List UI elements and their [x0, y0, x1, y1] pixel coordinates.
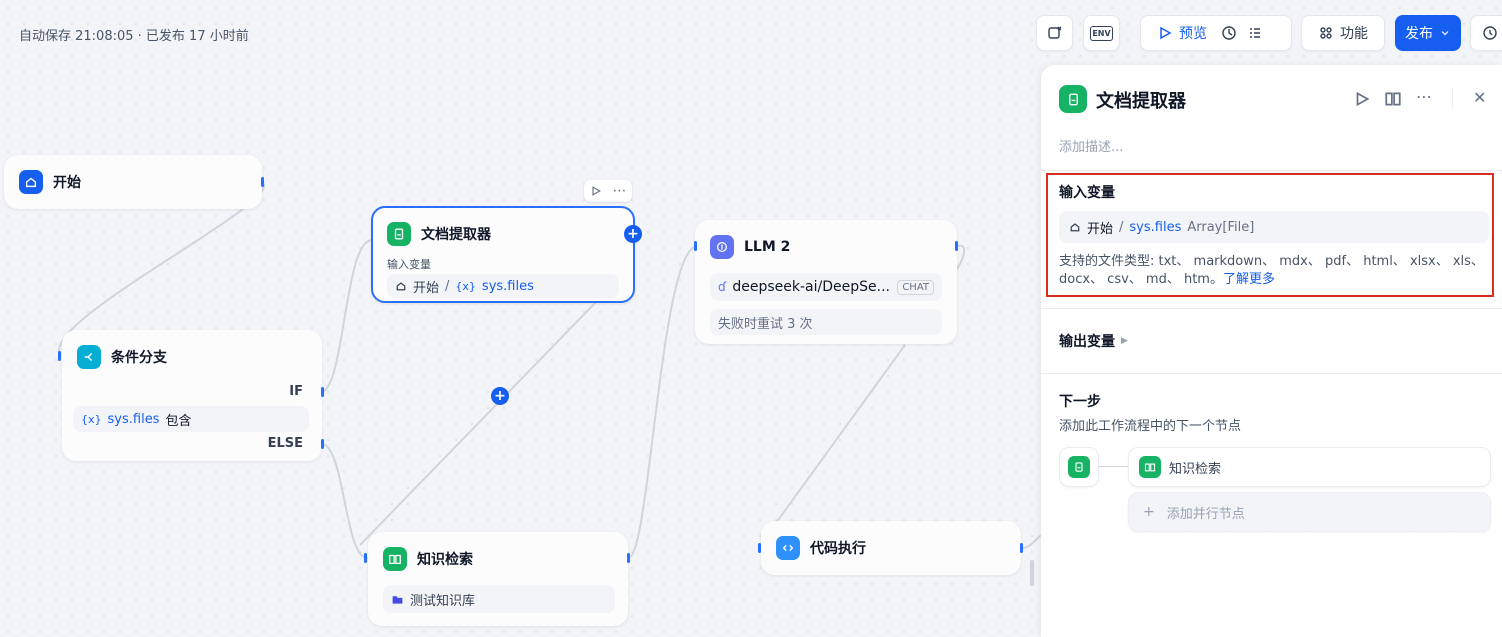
folder-icon	[392, 595, 403, 604]
add-next-node-button[interactable]: +	[624, 225, 642, 243]
node-title: 代码执行	[810, 541, 866, 557]
add-parallel-node-button[interactable]: + 添加并行节点	[1128, 492, 1491, 532]
variable-icon: {x}	[81, 412, 102, 426]
llm-input-handle[interactable]	[694, 241, 697, 251]
description-input[interactable]: 添加描述...	[1059, 136, 1123, 155]
document-icon	[1068, 456, 1090, 478]
input-variables-title: 输入变量	[1059, 185, 1115, 201]
node-title: 开始	[53, 175, 81, 191]
run-step-icon[interactable]	[1353, 90, 1371, 108]
section-divider	[1041, 170, 1502, 171]
node-title: 文档提取器	[421, 227, 491, 243]
model-provider-icon: ɗ	[718, 280, 727, 294]
section-divider	[1041, 308, 1502, 309]
next-step-title: 下一步	[1059, 394, 1101, 410]
else-label: ELSE	[267, 436, 303, 451]
current-node-card	[1059, 447, 1099, 487]
next-step-desc: 添加此工作流程中的下一个节点	[1059, 419, 1242, 434]
model-row: ɗ deepseek-ai/DeepSe... CHAT	[710, 273, 942, 301]
learn-more-link[interactable]: 了解更多	[1223, 272, 1275, 287]
knowledge-output-handle[interactable]	[627, 553, 630, 563]
node-knowledge-retrieval[interactable]: 知识检索 测试知识库	[368, 532, 628, 626]
ifelse-input-handle[interactable]	[58, 351, 61, 361]
run-node-icon[interactable]	[590, 185, 602, 197]
node-title: 知识检索	[417, 552, 473, 568]
else-output-handle[interactable]	[321, 439, 324, 449]
retry-row: 失败时重试 3 次	[710, 309, 942, 335]
chat-badge: CHAT	[897, 279, 934, 295]
panel-node-icon	[1059, 85, 1087, 113]
variable-icon: {x}	[455, 279, 476, 293]
plus-icon: +	[1143, 504, 1155, 520]
book-icon	[383, 547, 407, 571]
input-variable-selector[interactable]: 开始 / sys.files Array[File]	[1059, 211, 1489, 243]
section-divider	[1041, 373, 1502, 374]
knowledge-input-handle[interactable]	[364, 553, 367, 563]
node-title: 条件分支	[111, 350, 167, 366]
help-doc-icon[interactable]	[1384, 90, 1402, 108]
if-output-handle[interactable]	[321, 387, 324, 397]
close-icon[interactable]: ✕	[1473, 88, 1491, 107]
header-divider	[1452, 89, 1453, 109]
input-variable-label: 输入变量	[387, 258, 431, 271]
add-node-on-edge-button[interactable]: +	[491, 387, 509, 405]
node-start[interactable]: 开始	[4, 155, 262, 209]
more-options-icon[interactable]: ⋯	[1416, 87, 1434, 106]
node-title: LLM 2	[744, 239, 791, 255]
panel-title: 文档提取器	[1096, 91, 1186, 112]
start-output-handle[interactable]	[261, 177, 264, 187]
home-icon	[396, 282, 406, 291]
code-icon	[776, 536, 800, 560]
home-icon	[19, 170, 43, 194]
document-icon	[387, 222, 411, 246]
condition-row: {x} sys.files 包含	[73, 406, 309, 432]
caret-right-icon: ▶	[1121, 336, 1128, 346]
branch-icon	[77, 345, 101, 369]
output-variables-toggle[interactable]: 输出变量 ▶	[1059, 331, 1128, 351]
supported-file-types: 支持的文件类型: txt、 markdown、 mdx、 pdf、 html、 …	[1059, 254, 1484, 287]
node-settings-panel: 文档提取器 ⋯ ✕ 添加描述... 输入变量 开始 / sys.files Ar…	[1041, 65, 1502, 637]
node-if-else[interactable]: 条件分支 IF {x} sys.files 包含 ELSE	[62, 330, 322, 461]
llm-output-handle[interactable]	[955, 241, 958, 251]
code-output-handle[interactable]	[1020, 543, 1023, 553]
node-quick-actions: ⋯	[584, 180, 632, 202]
home-icon	[1070, 223, 1080, 232]
node-document-extractor[interactable]: 文档提取器 输入变量 开始 / {x} sys.files	[371, 206, 635, 303]
more-icon[interactable]: ⋯	[613, 184, 627, 198]
next-node-knowledge[interactable]: 知识检索	[1128, 447, 1491, 487]
if-label: IF	[289, 384, 303, 399]
llm-icon	[710, 235, 734, 259]
book-icon	[1139, 456, 1161, 478]
dataset-row: 测试知识库	[383, 585, 615, 613]
connector-line	[1099, 466, 1129, 467]
node-llm[interactable]: LLM 2 ɗ deepseek-ai/DeepSe... CHAT 失败时重试…	[695, 220, 957, 344]
code-input-handle[interactable]	[758, 543, 761, 553]
input-variable-row: 开始 / {x} sys.files	[387, 274, 619, 298]
node-code[interactable]: 代码执行	[761, 521, 1021, 575]
